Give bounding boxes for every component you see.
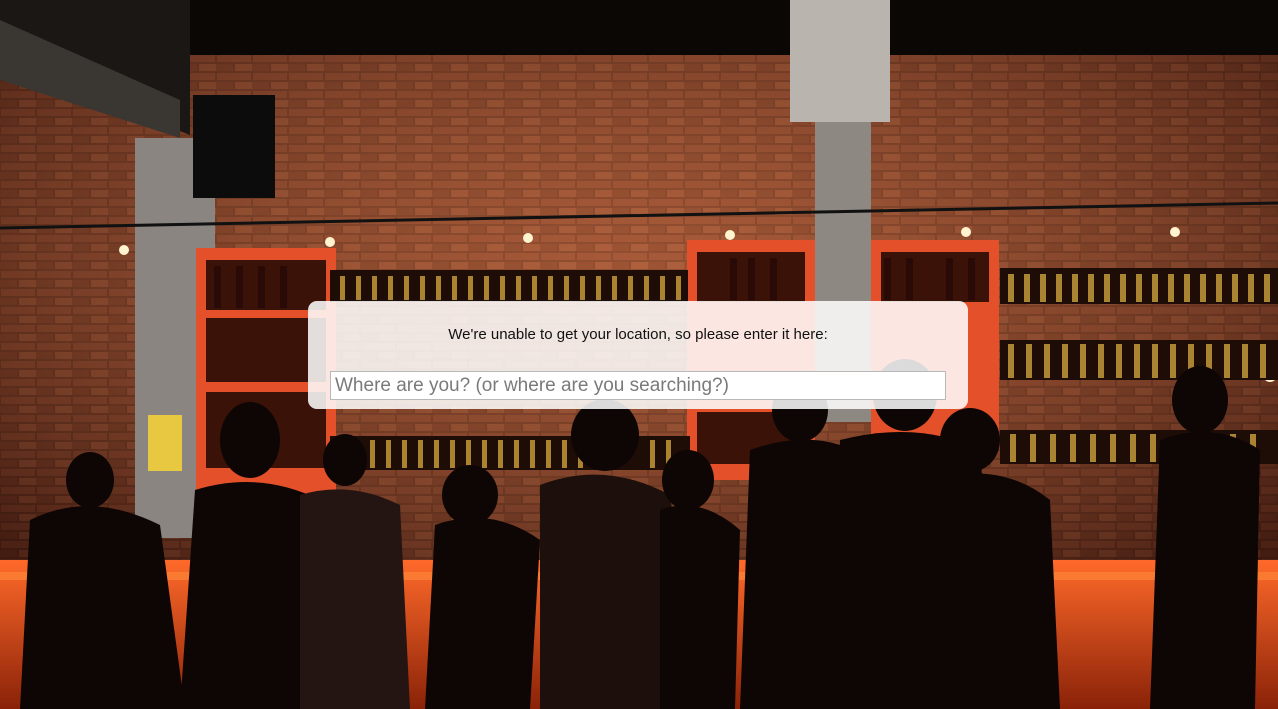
location-dialog: We're unable to get your location, so pl… <box>308 301 968 409</box>
location-prompt-text: We're unable to get your location, so pl… <box>448 326 828 343</box>
location-search-input[interactable] <box>330 371 946 400</box>
